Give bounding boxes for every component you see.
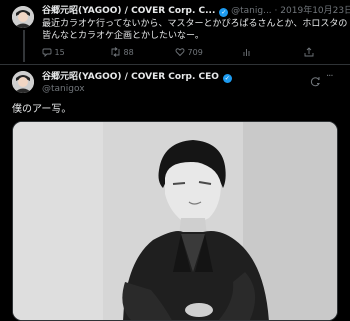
verified-badge-icon: ✓ (219, 8, 229, 17)
retweet-button[interactable]: 88 (110, 47, 134, 57)
retweet-count: 88 (123, 48, 134, 57)
retweet-icon (111, 47, 120, 57)
tweet-media-photo[interactable] (12, 121, 338, 321)
tweet-text-line: 皆んなとカラオケ企画とかしたいなー。 (42, 31, 204, 41)
display-name[interactable]: 谷郷元昭(YAGOO) / COVER Corp. C... (42, 6, 215, 16)
views-button[interactable] (242, 47, 252, 57)
tweet-header: 谷郷元昭(YAGOO) / COVER Corp. CEO ✓ (42, 72, 232, 83)
verified-badge-icon: ✓ (222, 74, 232, 83)
tweet-body: 最近カラオケ行ってないから、マスターとかぴろぱるさんとか、ホロスタの 皆んなとカ… (42, 18, 347, 42)
tweet-actions: 15 88 709 (42, 47, 314, 59)
thread-connector (23, 30, 25, 62)
tweet-previous[interactable]: 谷郷元昭(YAGOO) / COVER Corp. C... ✓ @tanig.… (0, 0, 350, 64)
share-icon (304, 47, 314, 57)
handle[interactable]: @tanig... (231, 6, 272, 16)
like-count: 709 (187, 48, 203, 57)
grok-button[interactable] (310, 72, 321, 91)
more-options-icon[interactable]: ··· (326, 71, 333, 82)
like-icon (175, 48, 185, 57)
tweet-header: 谷郷元昭(YAGOO) / COVER Corp. C... ✓ @tanig.… (42, 6, 350, 17)
avatar-photo-icon (12, 6, 34, 28)
avatar[interactable] (12, 71, 34, 93)
reply-button[interactable]: 15 (42, 47, 65, 58)
grok-icon (310, 77, 320, 87)
reply-count: 15 (54, 48, 65, 57)
tweet-text: 僕のアー写。 (12, 104, 72, 115)
separator: · (274, 6, 278, 16)
avatar[interactable] (12, 6, 34, 28)
tweet-text-line: 最近カラオケ行ってないから、マスターとかぴろぱるさんとか、ホロスタの (42, 19, 348, 29)
photo-portrait-icon (13, 122, 337, 320)
tweet-date[interactable]: 2019年10月23日 (280, 6, 350, 16)
tweet-divider (0, 64, 350, 65)
display-name[interactable]: 谷郷元昭(YAGOO) / COVER Corp. CEO (42, 72, 219, 82)
handle[interactable]: @tanigox (42, 84, 85, 95)
like-button[interactable]: 709 (175, 47, 203, 57)
share-button[interactable] (304, 47, 314, 57)
views-icon (243, 49, 250, 56)
avatar-photo-icon (12, 71, 34, 93)
reply-icon (42, 48, 52, 58)
